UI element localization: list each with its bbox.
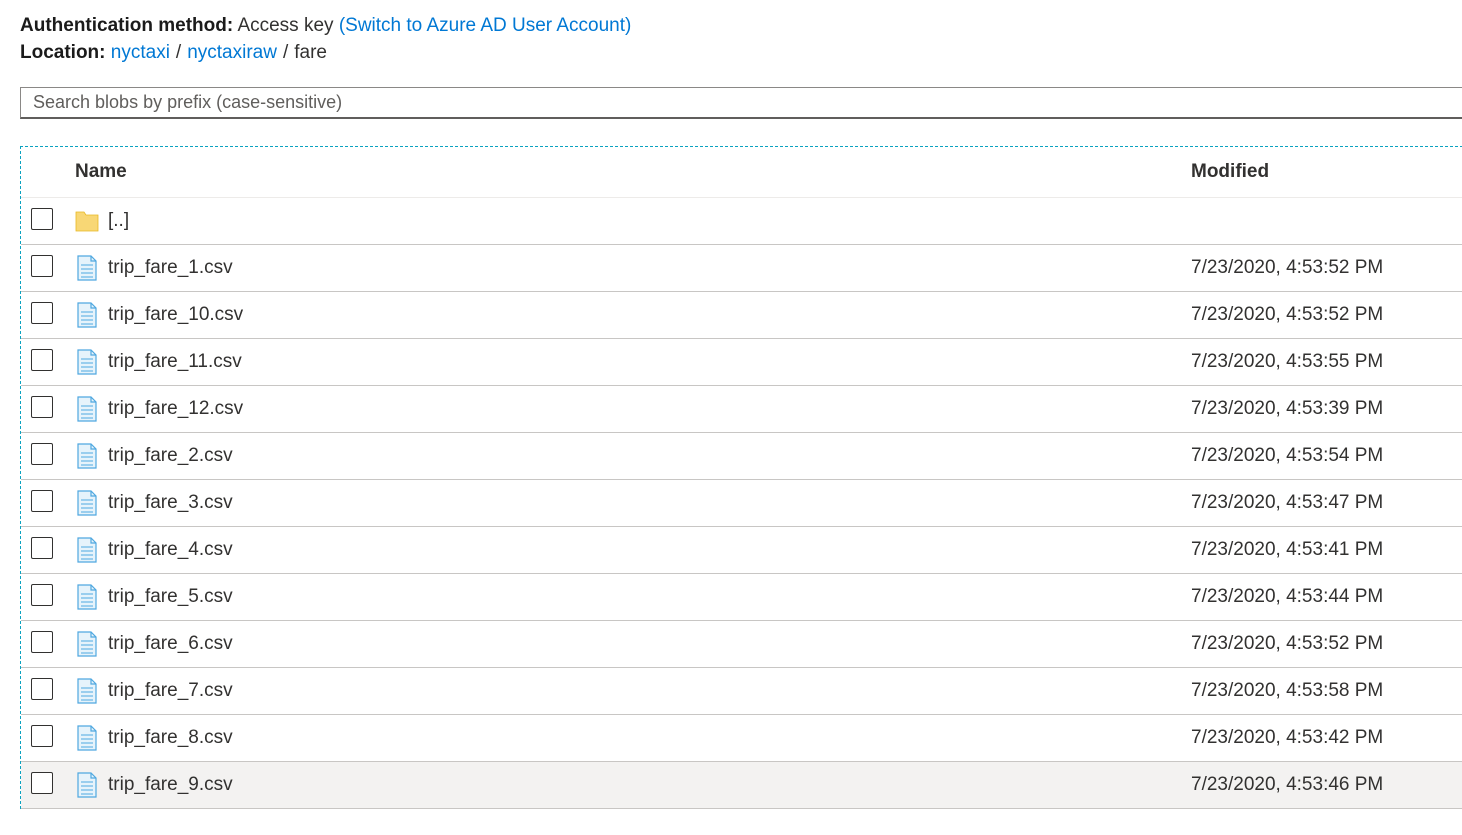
parent-folder-row[interactable]: [..]: [21, 198, 1462, 245]
file-document-icon: [77, 349, 97, 375]
file-document-icon: [77, 584, 97, 610]
file-name[interactable]: trip_fare_12.csv: [108, 398, 243, 420]
column-header-modified[interactable]: Modified: [1191, 161, 1269, 183]
table-row[interactable]: trip_fare_1.csv 7/23/2020, 4:53:52 PM: [21, 245, 1462, 292]
file-document-icon: [77, 537, 97, 563]
file-name[interactable]: trip_fare_2.csv: [108, 445, 233, 467]
row-checkbox[interactable]: [31, 349, 53, 371]
table-row[interactable]: trip_fare_5.csv 7/23/2020, 4:53:44 PM: [21, 574, 1462, 621]
file-name[interactable]: trip_fare_8.csv: [108, 727, 233, 749]
breadcrumb-item-nyctaxi[interactable]: nyctaxi: [111, 42, 170, 63]
file-modified: 7/23/2020, 4:53:42 PM: [1191, 727, 1384, 748]
breadcrumb-item-current: fare: [294, 42, 327, 63]
breadcrumb-separator: /: [175, 42, 182, 63]
row-checkbox[interactable]: [31, 396, 53, 418]
breadcrumb-separator: /: [282, 42, 289, 63]
table-row[interactable]: trip_fare_6.csv 7/23/2020, 4:53:52 PM: [21, 621, 1462, 668]
row-checkbox[interactable]: [31, 772, 53, 794]
file-rows: trip_fare_1.csv 7/23/2020, 4:53:52 PM trip…: [21, 245, 1462, 809]
parent-folder-label[interactable]: [..]: [108, 210, 129, 232]
folder-icon: [75, 211, 99, 232]
file-document-icon: [77, 772, 97, 798]
location-row: Location: nyctaxi / nyctaxiraw / fare: [20, 39, 631, 66]
file-document-icon: [77, 443, 97, 469]
file-modified: 7/23/2020, 4:53:52 PM: [1191, 633, 1384, 654]
file-modified: 7/23/2020, 4:53:44 PM: [1191, 586, 1384, 607]
file-document-icon: [77, 396, 97, 422]
row-checkbox[interactable]: [31, 302, 53, 324]
auth-method-value: Access key: [237, 15, 334, 36]
file-document-icon: [77, 490, 97, 516]
file-document-icon: [77, 725, 97, 751]
file-modified: 7/23/2020, 4:53:52 PM: [1191, 304, 1384, 325]
file-modified: 7/23/2020, 4:53:47 PM: [1191, 492, 1384, 513]
file-name[interactable]: trip_fare_10.csv: [108, 304, 243, 326]
connection-info: Authentication method: Access key (Switc…: [20, 12, 631, 66]
file-document-icon: [77, 631, 97, 657]
file-name[interactable]: trip_fare_11.csv: [108, 351, 242, 373]
auth-method-row: Authentication method: Access key (Switc…: [20, 12, 631, 39]
table-row[interactable]: trip_fare_11.csv 7/23/2020, 4:53:55 PM: [21, 339, 1462, 386]
file-document-icon: [77, 678, 97, 704]
auth-method-label: Authentication method:: [20, 15, 234, 36]
table-row[interactable]: trip_fare_7.csv 7/23/2020, 4:53:58 PM: [21, 668, 1462, 715]
row-checkbox[interactable]: [31, 537, 53, 559]
row-checkbox[interactable]: [31, 631, 53, 653]
location-label: Location:: [20, 42, 106, 63]
blob-list: Name Modified [..] trip_fare_1.csv 7/23/2…: [20, 146, 1462, 809]
switch-auth-link[interactable]: (Switch to Azure AD User Account): [339, 15, 632, 36]
file-modified: 7/23/2020, 4:53:52 PM: [1191, 257, 1384, 278]
table-row[interactable]: trip_fare_10.csv 7/23/2020, 4:53:52 PM: [21, 292, 1462, 339]
file-name[interactable]: trip_fare_9.csv: [108, 774, 233, 796]
row-checkbox[interactable]: [31, 725, 53, 747]
table-row[interactable]: trip_fare_9.csv 7/23/2020, 4:53:46 PM: [21, 762, 1462, 809]
file-name[interactable]: trip_fare_6.csv: [108, 633, 233, 655]
file-modified: 7/23/2020, 4:53:46 PM: [1191, 774, 1384, 795]
row-checkbox[interactable]: [31, 208, 53, 230]
file-name[interactable]: trip_fare_5.csv: [108, 586, 233, 608]
file-modified: 7/23/2020, 4:53:39 PM: [1191, 398, 1384, 419]
table-row[interactable]: trip_fare_8.csv 7/23/2020, 4:53:42 PM: [21, 715, 1462, 762]
table-row[interactable]: trip_fare_3.csv 7/23/2020, 4:53:47 PM: [21, 480, 1462, 527]
file-name[interactable]: trip_fare_4.csv: [108, 539, 233, 561]
file-modified: 7/23/2020, 4:53:55 PM: [1191, 351, 1384, 372]
row-checkbox[interactable]: [31, 443, 53, 465]
table-header: Name Modified: [21, 147, 1462, 198]
table-row[interactable]: trip_fare_4.csv 7/23/2020, 4:53:41 PM: [21, 527, 1462, 574]
row-checkbox[interactable]: [31, 490, 53, 512]
file-document-icon: [77, 302, 97, 328]
table-row[interactable]: trip_fare_12.csv 7/23/2020, 4:53:39 PM: [21, 386, 1462, 433]
file-name[interactable]: trip_fare_3.csv: [108, 492, 233, 514]
row-checkbox[interactable]: [31, 678, 53, 700]
row-checkbox[interactable]: [31, 255, 53, 277]
file-modified: 7/23/2020, 4:53:41 PM: [1191, 539, 1384, 560]
breadcrumb: nyctaxi / nyctaxiraw / fare: [111, 42, 327, 63]
file-modified: 7/23/2020, 4:53:58 PM: [1191, 680, 1384, 701]
file-name[interactable]: trip_fare_7.csv: [108, 680, 233, 702]
column-header-name[interactable]: Name: [75, 161, 127, 183]
table-row[interactable]: trip_fare_2.csv 7/23/2020, 4:53:54 PM: [21, 433, 1462, 480]
file-modified: 7/23/2020, 4:53:54 PM: [1191, 445, 1384, 466]
search-input[interactable]: [20, 87, 1462, 119]
file-document-icon: [77, 255, 97, 281]
breadcrumb-item-nyctaxiraw[interactable]: nyctaxiraw: [187, 42, 277, 63]
row-checkbox[interactable]: [31, 584, 53, 606]
file-name[interactable]: trip_fare_1.csv: [108, 257, 233, 279]
